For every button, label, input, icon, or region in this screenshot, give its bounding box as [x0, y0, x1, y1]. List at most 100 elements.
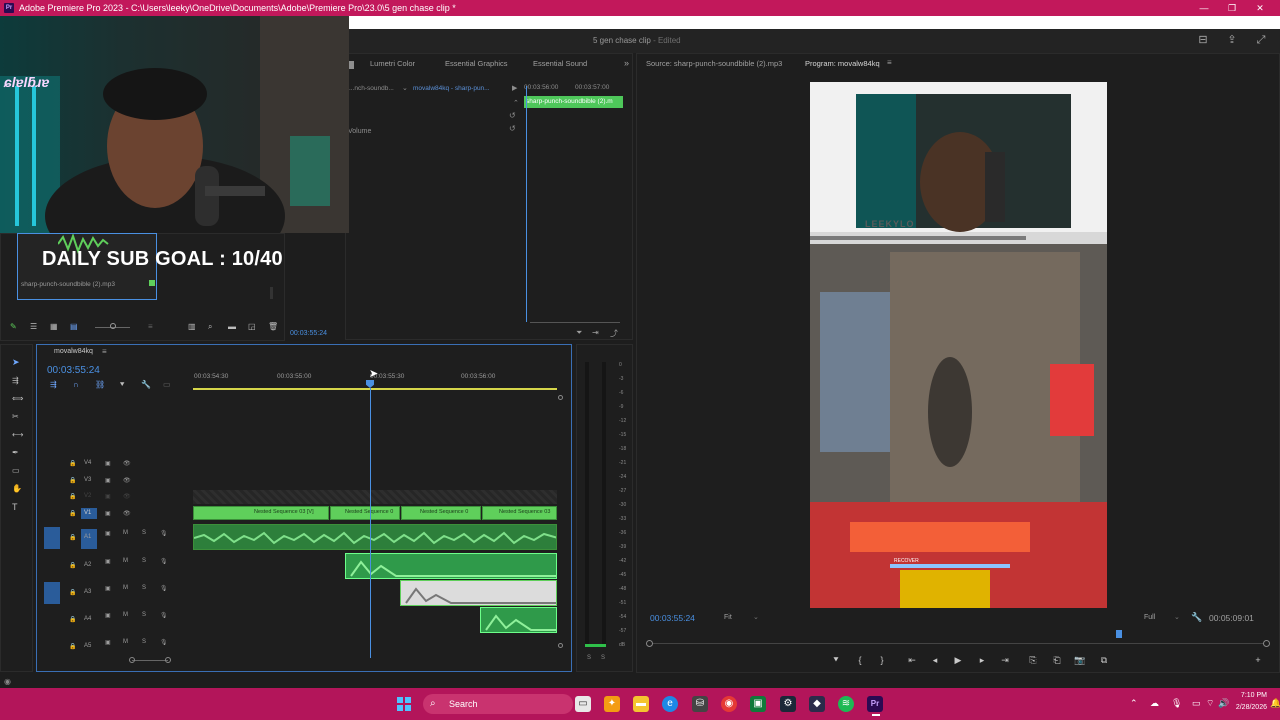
- sort-icon[interactable]: ≡: [148, 322, 153, 331]
- lock-icon[interactable]: 🔒: [69, 616, 76, 623]
- lock-icon[interactable]: 🔒: [69, 477, 76, 484]
- eye-icon[interactable]: 👁: [123, 460, 131, 467]
- mark-out-icon[interactable]: }: [875, 655, 889, 665]
- panel-menu-icon[interactable]: [349, 61, 354, 69]
- program-current-time[interactable]: 00:03:55:24: [650, 613, 695, 623]
- timeline-zoom-bar[interactable]: [132, 660, 168, 661]
- sync-icon[interactable]: ▣: [105, 530, 111, 537]
- sync-icon[interactable]: ▣: [105, 558, 111, 565]
- mute-button[interactable]: M: [123, 612, 128, 618]
- mute-button[interactable]: M: [123, 530, 128, 536]
- mute-button[interactable]: M: [123, 558, 128, 564]
- solo-button[interactable]: S: [142, 612, 146, 618]
- ec-mini-clip[interactable]: sharp-punch-soundbible (2).m: [524, 96, 623, 108]
- premiere-taskbar-icon[interactable]: Pr: [867, 696, 883, 712]
- ec-scrollbar[interactable]: [530, 322, 620, 323]
- lock-icon[interactable]: 🔒: [69, 510, 76, 517]
- mic-tray-icon[interactable]: 🎙: [1171, 698, 1182, 709]
- sync-icon[interactable]: ▣: [105, 477, 111, 484]
- freeform-view-icon[interactable]: ▤: [70, 322, 78, 331]
- store-icon[interactable]: ⛁: [692, 696, 708, 712]
- spreadsheet-icon[interactable]: ▣: [750, 696, 766, 712]
- monitor-icon[interactable]: ▭: [1192, 698, 1201, 709]
- audio-clip-a2[interactable]: [345, 553, 557, 579]
- chevron-up-icon[interactable]: ⌃: [1130, 698, 1138, 709]
- track-label[interactable]: V1: [84, 510, 91, 516]
- add-marker-timeline-icon[interactable]: ⯆: [119, 380, 125, 390]
- icon-view-icon[interactable]: ▦: [50, 322, 58, 331]
- vertical-zoom-handle[interactable]: [558, 395, 563, 400]
- solo-button[interactable]: S: [142, 558, 146, 564]
- cloud-icon[interactable]: ☁: [1150, 698, 1159, 709]
- mic-icon[interactable]: 🎙: [160, 612, 168, 619]
- snap-icon[interactable]: ∩: [73, 380, 79, 389]
- list-view-icon[interactable]: ☰: [30, 322, 37, 331]
- export-icon[interactable]: ⤴: [610, 328, 618, 339]
- track-label[interactable]: A2: [84, 562, 91, 568]
- linked-selection-icon[interactable]: ⛓: [95, 380, 105, 389]
- volume-property[interactable]: Volume: [348, 128, 371, 135]
- eye-icon[interactable]: 👁: [123, 493, 131, 500]
- timeline-scroll-handle[interactable]: [558, 643, 563, 648]
- scrubber-end-handle[interactable]: [1263, 640, 1270, 647]
- task-view-icon[interactable]: ▭: [575, 696, 591, 712]
- sync-icon[interactable]: ▣: [105, 639, 111, 646]
- solo-right-button[interactable]: S: [601, 655, 605, 661]
- add-marker-icon[interactable]: ⯆: [829, 655, 843, 666]
- network-icon[interactable]: ⌔: [1206, 698, 1214, 709]
- mute-button[interactable]: M: [123, 639, 128, 645]
- source-patch-a3[interactable]: [44, 582, 60, 604]
- eye-icon[interactable]: 👁: [123, 510, 131, 517]
- sequence-menu-icon[interactable]: ≡: [102, 347, 107, 356]
- project-scrollbar[interactable]: [270, 287, 273, 299]
- zoom-slider-handle[interactable]: [110, 323, 116, 329]
- lock-icon[interactable]: 🔒: [69, 589, 76, 596]
- program-menu-icon[interactable]: ≡: [887, 58, 892, 67]
- sync-icon[interactable]: ▣: [105, 612, 111, 619]
- track-label[interactable]: A1: [84, 534, 91, 540]
- solo-left-button[interactable]: S: [587, 655, 591, 661]
- sync-icon[interactable]: ▣: [105, 585, 111, 592]
- program-scrubber[interactable]: [650, 643, 1267, 644]
- tab-program-monitor[interactable]: Program: movalw84kq: [805, 59, 880, 68]
- ripple-edit-tool-icon[interactable]: ⟺: [12, 394, 23, 403]
- razor-tool-icon[interactable]: ✂: [12, 412, 19, 421]
- sync-icon[interactable]: ▣: [105, 510, 111, 517]
- timeline-playhead-line[interactable]: [370, 388, 371, 658]
- fit-dropdown-icon[interactable]: ⌄: [753, 613, 759, 621]
- tab-source-monitor[interactable]: Source: sharp-punch-soundbible (2).mp3: [646, 59, 782, 68]
- find-icon[interactable]: ⌕: [208, 322, 212, 332]
- solo-button[interactable]: S: [142, 639, 146, 645]
- settings-wrench-icon[interactable]: 🔧: [1191, 612, 1202, 623]
- track-label[interactable]: V3: [84, 477, 91, 483]
- solo-button[interactable]: S: [142, 530, 146, 536]
- lift-icon[interactable]: ⎘: [1026, 655, 1040, 666]
- new-item-icon[interactable]: ◲: [248, 322, 256, 331]
- solo-button[interactable]: S: [142, 585, 146, 591]
- app-icon[interactable]: ◆: [809, 696, 825, 712]
- tab-lumetri-color[interactable]: Lumetri Color: [370, 59, 415, 68]
- timeline-timecode[interactable]: 00:03:55:24: [47, 365, 100, 376]
- quality-dropdown-icon[interactable]: ⌄: [1174, 613, 1180, 621]
- taskbar-search[interactable]: ⌕ Search: [423, 694, 573, 714]
- windows-start-icon[interactable]: [396, 696, 412, 712]
- audio-clip-a4[interactable]: [480, 607, 557, 633]
- trash-icon[interactable]: 🗑: [268, 322, 278, 331]
- tab-essential-sound[interactable]: Essential Sound: [533, 59, 587, 68]
- video-clip[interactable]: Nested Sequence 03: [482, 506, 557, 520]
- mark-in-icon[interactable]: {: [853, 655, 867, 665]
- automate-icon[interactable]: ▥: [188, 322, 196, 331]
- source-patch-a1[interactable]: [44, 527, 60, 549]
- zoom-bar-start-handle[interactable]: [129, 657, 135, 663]
- source-clip-label[interactable]: ...nch-soundb...: [349, 85, 394, 92]
- video-clip[interactable]: Nested Sequence 03 [V]: [193, 506, 329, 520]
- program-video[interactable]: LEEKYLO RECOVER: [810, 82, 1107, 608]
- v2-track-area[interactable]: [193, 490, 557, 504]
- lock-icon[interactable]: 🔒: [69, 643, 76, 650]
- video-clip[interactable]: Nested Sequence 0: [330, 506, 400, 520]
- minimize-icon[interactable]: —: [1190, 0, 1218, 16]
- work-area-bar[interactable]: [193, 388, 557, 390]
- program-playhead[interactable]: [1116, 630, 1122, 638]
- maximize-icon[interactable]: ❐: [1218, 0, 1246, 16]
- video-clip[interactable]: Nested Sequence 0: [401, 506, 481, 520]
